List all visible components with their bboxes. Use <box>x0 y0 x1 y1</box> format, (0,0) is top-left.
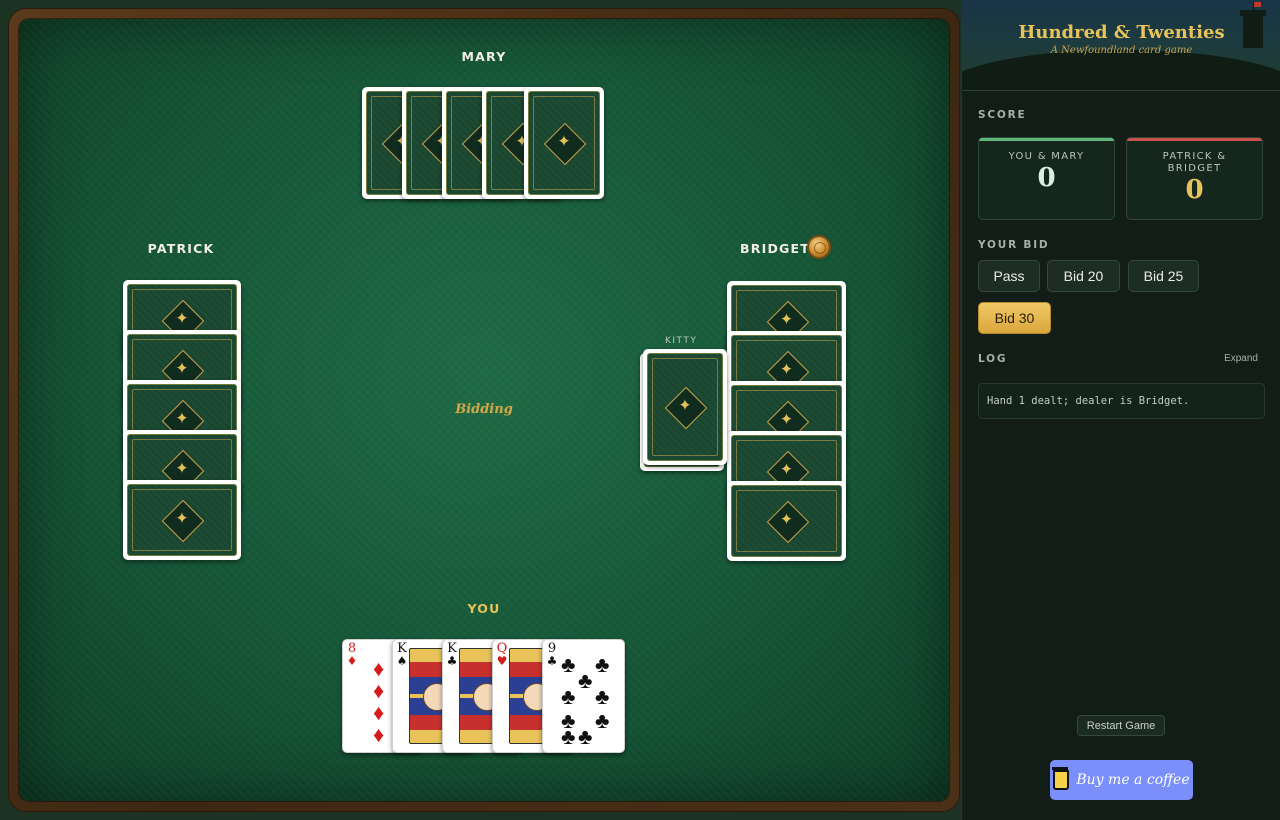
pass-button[interactable]: Pass <box>978 260 1040 292</box>
coffee-label: Buy me a coffee <box>1076 772 1190 788</box>
app-subtitle: A Newfoundland card game <box>1050 45 1193 56</box>
card-suit-icon: ♠ <box>396 654 408 668</box>
card-pip-icon: ♣ <box>595 708 610 733</box>
log-entry: Hand 1 dealt; dealer is Bridget. <box>978 383 1265 419</box>
card-suit-icon: ♥ <box>496 654 508 668</box>
card-suit-icon: ♦ <box>346 654 358 668</box>
card-back: ✦ <box>524 87 604 199</box>
team2-color-bar <box>1127 138 1262 141</box>
card-corner-index: 9 ♣ <box>546 642 558 668</box>
player-name-mary: MARY <box>461 49 507 64</box>
card-pip-icon: ♣ <box>561 724 576 749</box>
log-label: LOG <box>978 353 1008 365</box>
card-pip-icon: ♦ <box>373 678 385 703</box>
bid-30-button[interactable]: Bid 30 <box>978 302 1051 334</box>
card-pip-icon: ♣ <box>561 684 576 709</box>
card-suit-icon: ♣ <box>546 654 558 668</box>
buy-me-a-coffee-button[interactable]: Buy me a coffee <box>1050 760 1193 800</box>
coffee-cup-icon <box>1052 767 1070 790</box>
game-status: Bidding <box>455 402 513 417</box>
card-pip-icon: ♣ <box>595 684 610 709</box>
team2-score-card: PATRICK & BRIDGET 0 <box>1126 137 1263 220</box>
score-label: SCORE <box>978 109 1027 121</box>
card-corner-index: K ♠ <box>396 642 408 668</box>
player-name-bridget: BRIDGET <box>740 241 810 256</box>
dealer-chip-icon <box>809 237 829 257</box>
card-suit-icon: ♣ <box>446 654 458 668</box>
your-bid-label: YOUR BID <box>978 239 1050 251</box>
flag-icon <box>1253 2 1261 14</box>
team1-name: YOU & MARY <box>1008 151 1085 162</box>
team2-name: PATRICK & BRIDGET <box>1162 151 1227 174</box>
app-title: Hundred & Twenties <box>1018 22 1225 43</box>
card-corner-index: 8 ♦ <box>346 642 358 668</box>
card-pip-icon: ♣ <box>578 668 593 693</box>
expand-log-button[interactable]: Expand <box>1224 353 1258 364</box>
card-back: ✦ <box>123 480 241 560</box>
restart-game-button[interactable]: Restart Game <box>1077 715 1165 736</box>
team1-score-card: YOU & MARY 0 <box>978 137 1115 220</box>
bid-25-button[interactable]: Bid 25 <box>1128 260 1199 292</box>
player-name-patrick: PATRICK <box>147 241 215 256</box>
team1-score: 0 <box>1037 163 1056 193</box>
hill-illustration <box>962 50 1280 90</box>
card-pip-icon: ♣ <box>578 724 593 749</box>
card-corner-index: Q ♥ <box>496 642 508 668</box>
kitty-label: KITTY <box>665 336 698 346</box>
card-pip-icon: ♣ <box>595 652 610 677</box>
card-pip-icon: ♦ <box>373 722 385 747</box>
card-table: MARY ✦ ✦ ✦ ✦ ✦ PATRICK ✦ ✦ ✦ ✦ ✦ BRIDGET… <box>19 19 949 801</box>
header-banner: Hundred & Twenties A Newfoundland card g… <box>962 0 1280 91</box>
card-pip-icon: ♦ <box>373 656 385 681</box>
card-back: ✦ <box>727 481 846 561</box>
team1-color-bar <box>979 138 1114 141</box>
bid-20-button[interactable]: Bid 20 <box>1047 260 1120 292</box>
card-pip-icon: ♣ <box>561 652 576 677</box>
card-pip-icon: ♦ <box>373 700 385 725</box>
hand-card[interactable]: 9 ♣ ♣ ♣ ♣ ♣ ♣ ♣ ♣ ♣ ♣ <box>542 639 625 753</box>
player-name-you: YOU <box>467 601 501 616</box>
sidebar: Hundred & Twenties A Newfoundland card g… <box>961 0 1280 820</box>
team2-score: 0 <box>1185 175 1204 205</box>
card-corner-index: K ♣ <box>446 642 458 668</box>
